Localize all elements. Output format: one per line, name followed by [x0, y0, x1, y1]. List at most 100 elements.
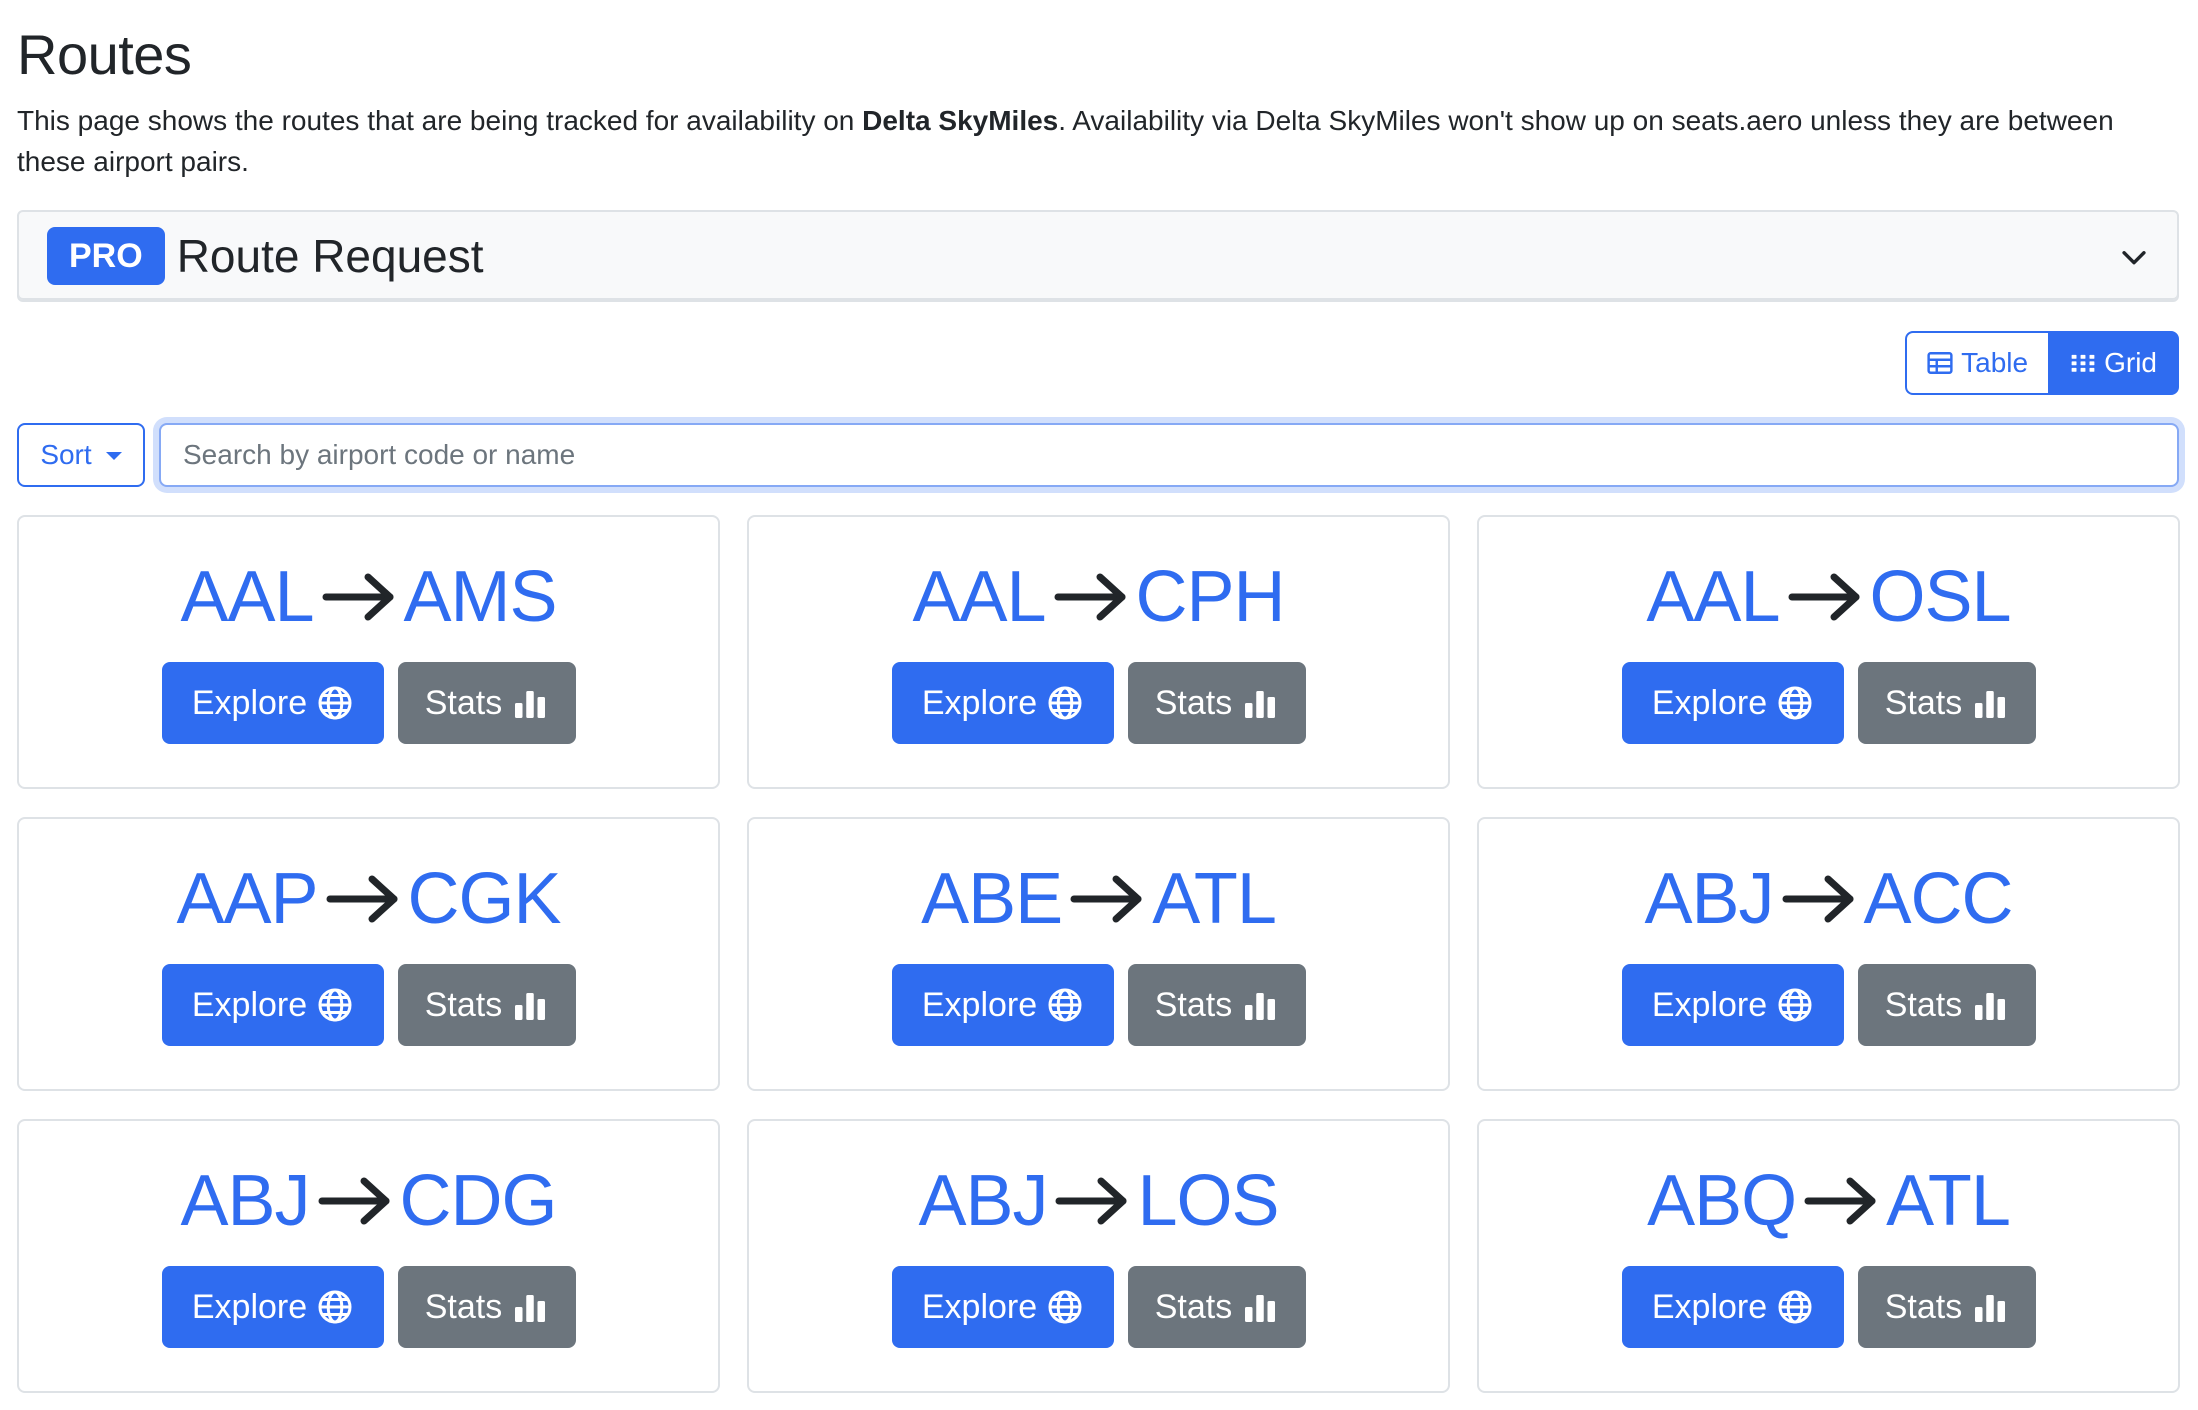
route-request-accordion[interactable]: PRO Route Request [17, 210, 2179, 302]
bar-chart-icon [1975, 1295, 2006, 1322]
explore-button[interactable]: Explore [161, 964, 384, 1046]
explore-label: Explore [191, 985, 308, 1024]
program-name: Delta SkyMiles [862, 105, 1059, 136]
globe-icon [1778, 686, 1812, 720]
card-actions: Explore Stats [891, 662, 1306, 744]
stats-button[interactable]: Stats [1127, 1266, 1306, 1348]
table-icon [1927, 352, 1953, 374]
destination-code[interactable]: ACC [1864, 858, 2014, 940]
bar-chart-icon [1975, 993, 2006, 1020]
stats-label: Stats [1884, 985, 1963, 1024]
route-card: ABQ ATL Explore Stats [1477, 1119, 2180, 1393]
arrow-right-icon [326, 875, 398, 923]
stats-button[interactable]: Stats [1127, 964, 1306, 1046]
explore-label: Explore [921, 683, 1038, 722]
stats-label: Stats [1154, 1287, 1233, 1326]
search-input[interactable] [159, 423, 2179, 487]
origin-code[interactable]: AAL [912, 556, 1046, 638]
explore-button[interactable]: Explore [891, 964, 1114, 1046]
grid-view-label: Grid [2104, 347, 2157, 378]
arrow-right-icon [318, 1177, 390, 1225]
origin-code[interactable]: ABE [921, 858, 1063, 940]
route-pair: ABJ CDG [180, 1160, 558, 1242]
explore-button[interactable]: Explore [891, 662, 1114, 744]
origin-code[interactable]: ABJ [1644, 858, 1774, 940]
destination-code[interactable]: LOS [1137, 1160, 1279, 1242]
route-pair: AAL OSL [1646, 556, 2012, 638]
origin-code[interactable]: AAL [1646, 556, 1780, 638]
globe-icon [318, 1290, 352, 1324]
arrow-right-icon [1788, 573, 1859, 621]
bar-chart-icon [1975, 691, 2006, 718]
origin-code[interactable]: ABJ [180, 1160, 310, 1242]
stats-label: Stats [1884, 1287, 1963, 1326]
destination-code[interactable]: OSL [1870, 556, 2012, 638]
explore-button[interactable]: Explore [891, 1266, 1114, 1348]
arrow-right-icon [322, 573, 394, 621]
destination-code[interactable]: CDG [400, 1160, 558, 1242]
route-card: ABJ ACC Explore Stats [1477, 817, 2180, 1091]
view-toggle: Table Grid [1905, 331, 2179, 395]
grid-icon [2071, 354, 2095, 372]
table-view-label: Table [1961, 347, 2029, 378]
page-title: Routes [17, 23, 192, 86]
card-actions: Explore Stats [1621, 662, 2036, 744]
stats-button[interactable]: Stats [1857, 662, 2036, 744]
explore-button[interactable]: Explore [1621, 964, 1844, 1046]
chevron-down-icon[interactable] [2117, 240, 2151, 274]
destination-code[interactable]: ATL [1152, 858, 1277, 940]
explore-button[interactable]: Explore [1621, 662, 1844, 744]
page-description: This page shows the routes that are bein… [17, 100, 2167, 182]
bar-chart-icon [1245, 691, 1276, 718]
stats-label: Stats [424, 985, 503, 1024]
globe-icon [1048, 1290, 1082, 1324]
table-view-button[interactable]: Table [1905, 331, 2049, 395]
explore-label: Explore [1651, 1287, 1768, 1326]
route-card: ABJ CDG Explore Stats [17, 1119, 720, 1393]
stats-label: Stats [1154, 985, 1233, 1024]
origin-code[interactable]: ABQ [1647, 1160, 1797, 1242]
route-card: AAL AMS Explore Stats [17, 515, 720, 789]
bar-chart-icon [515, 1295, 546, 1322]
origin-code[interactable]: ABJ [918, 1160, 1048, 1242]
explore-button[interactable]: Explore [161, 662, 384, 744]
arrow-right-icon [1804, 1177, 1876, 1225]
origin-code[interactable]: AAP [176, 858, 318, 940]
routes-page: Routes This page shows the routes that a… [0, 0, 2198, 1410]
card-actions: Explore Stats [1621, 1266, 2036, 1348]
stats-button[interactable]: Stats [1127, 662, 1306, 744]
stats-button[interactable]: Stats [397, 662, 576, 744]
globe-icon [318, 686, 352, 720]
stats-button[interactable]: Stats [1857, 964, 2036, 1046]
origin-code[interactable]: AAL [180, 556, 314, 638]
grid-view-button[interactable]: Grid [2048, 331, 2179, 395]
route-pair: AAP CGK [176, 858, 562, 940]
intro-text-before: This page shows the routes that are bein… [17, 105, 863, 136]
card-actions: Explore Stats [891, 964, 1306, 1046]
explore-button[interactable]: Explore [1621, 1266, 1844, 1348]
destination-code[interactable]: CGK [408, 858, 562, 940]
stats-button[interactable]: Stats [397, 1266, 576, 1348]
stats-button[interactable]: Stats [1857, 1266, 2036, 1348]
explore-button[interactable]: Explore [161, 1266, 384, 1348]
route-pair: ABJ ACC [1644, 858, 2014, 940]
destination-code[interactable]: AMS [404, 556, 558, 638]
globe-icon [1778, 988, 1812, 1022]
route-pair: AAL AMS [180, 556, 558, 638]
bar-chart-icon [515, 993, 546, 1020]
stats-label: Stats [1884, 683, 1963, 722]
globe-icon [1778, 1290, 1812, 1324]
destination-code[interactable]: ATL [1886, 1160, 2011, 1242]
route-card: AAL OSL Explore Stats [1477, 515, 2180, 789]
card-actions: Explore Stats [161, 1266, 576, 1348]
route-card: ABE ATL Explore Stats [747, 817, 1450, 1091]
destination-code[interactable]: CPH [1136, 556, 1286, 638]
route-card: AAL CPH Explore Stats [747, 515, 1450, 789]
route-request-title: Route Request [176, 230, 484, 282]
stats-button[interactable]: Stats [397, 964, 576, 1046]
route-grid: AAL AMS Explore Stats AAL CPH Explore St… [17, 515, 2180, 1393]
globe-icon [1048, 988, 1082, 1022]
explore-label: Explore [191, 1287, 308, 1326]
route-pair: ABJ LOS [918, 1160, 1279, 1242]
sort-dropdown-button[interactable]: Sort [17, 423, 145, 487]
